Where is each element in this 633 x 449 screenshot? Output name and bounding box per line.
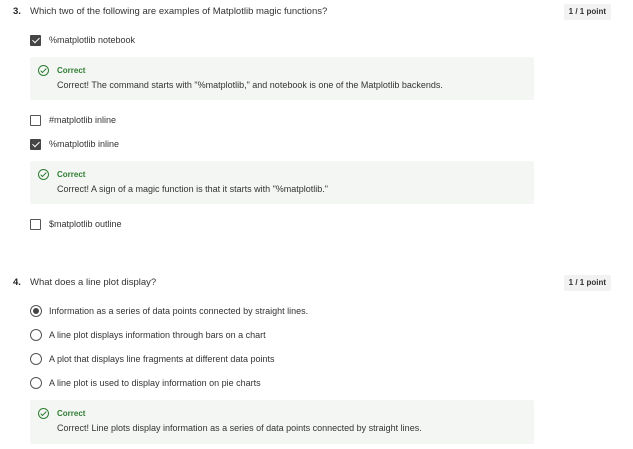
- option-label: #matplotlib inline: [49, 115, 117, 125]
- checkbox-icon[interactable]: [30, 115, 41, 126]
- question-3-header: 3. Which two of the following are exampl…: [0, 3, 633, 25]
- points-badge: 1 / 1 point: [563, 4, 611, 20]
- check-circle-icon: [38, 65, 49, 76]
- feedback-correct: Correct Correct! Line plots display info…: [30, 400, 534, 444]
- check-circle-icon: [38, 169, 49, 180]
- radio-selected-icon[interactable]: [30, 305, 42, 317]
- feedback-text: Correct! The command starts with "%matpl…: [57, 80, 443, 90]
- question-4-header: 4. What does a line plot display? 1 / 1 …: [0, 274, 633, 296]
- option-label: A line plot is used to display informati…: [49, 378, 261, 388]
- checkbox-checked-icon[interactable]: [30, 139, 41, 150]
- feedback-title: Correct: [57, 170, 86, 179]
- radio-icon[interactable]: [30, 329, 42, 341]
- checkbox-checked-icon[interactable]: [30, 35, 41, 46]
- question-text: Which two of the following are examples …: [30, 6, 328, 17]
- feedback-correct: Correct Correct! A sign of a magic funct…: [30, 161, 534, 204]
- check-circle-icon: [38, 408, 49, 419]
- feedback-text: Correct! A sign of a magic function is t…: [57, 184, 329, 194]
- option-label: %matplotlib inline: [49, 139, 120, 149]
- feedback-text: Correct! Line plots display information …: [57, 423, 422, 433]
- points-badge: 1 / 1 point: [563, 275, 611, 291]
- feedback-title: Correct: [57, 409, 86, 418]
- option-label: A line plot displays information through…: [49, 330, 266, 340]
- option-label: $matplotlib outline: [49, 219, 122, 229]
- feedback-title: Correct: [57, 66, 86, 75]
- feedback-correct: Correct Correct! The command starts with…: [30, 57, 534, 100]
- question-number: 4.: [13, 277, 21, 288]
- radio-icon[interactable]: [30, 353, 42, 365]
- option-label: Information as a series of data points c…: [49, 306, 309, 316]
- option-label: %matplotlib notebook: [49, 35, 136, 45]
- checkbox-icon[interactable]: [30, 219, 41, 230]
- question-number: 3.: [13, 6, 21, 17]
- question-text: What does a line plot display?: [30, 277, 157, 288]
- radio-icon[interactable]: [30, 377, 42, 389]
- option-label: A plot that displays line fragments at d…: [49, 354, 275, 364]
